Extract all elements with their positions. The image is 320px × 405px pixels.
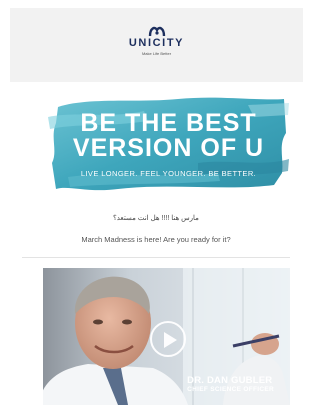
intro-arabic-text: مارس هنا !!!! هل انت مستعد؟ [113, 215, 199, 222]
unicity-logo[interactable]: UNICITY Make Life Better [10, 25, 303, 56]
video-thumbnail[interactable]: DR. DAN GUBLER CHIEF SCIENCE OFFICER [43, 268, 290, 405]
logo-wordmark: UNICITY [128, 37, 185, 49]
unicity-logo-icon [148, 26, 165, 37]
hero-subline: LIVE LONGER. FEEL YOUNGER. BE BETTER. [80, 169, 257, 178]
hero-headline-line-1: BE THE BEST [80, 109, 257, 137]
presenter-role: CHIEF SCIENCE OFFICER [187, 386, 274, 393]
email-page: UNICITY Make Life Better BE THE BEST VER… [0, 0, 312, 405]
header-banner: UNICITY Make Life Better [10, 8, 303, 82]
hero-banner[interactable]: BE THE BEST VERSION OF U LIVE LONGER. FE… [48, 93, 289, 197]
play-icon [164, 332, 177, 348]
logo-tagline: Make Life Better [141, 51, 172, 56]
intro-english-text: March Madness is here! Are you ready for… [81, 235, 231, 244]
hero-headline-line-2: VERSION OF U [72, 134, 265, 162]
play-button[interactable] [150, 321, 186, 357]
presenter-caption: DR. DAN GUBLER CHIEF SCIENCE OFFICER [187, 375, 274, 394]
section-divider [22, 257, 290, 258]
presenter-name: DR. DAN GUBLER [187, 375, 273, 386]
